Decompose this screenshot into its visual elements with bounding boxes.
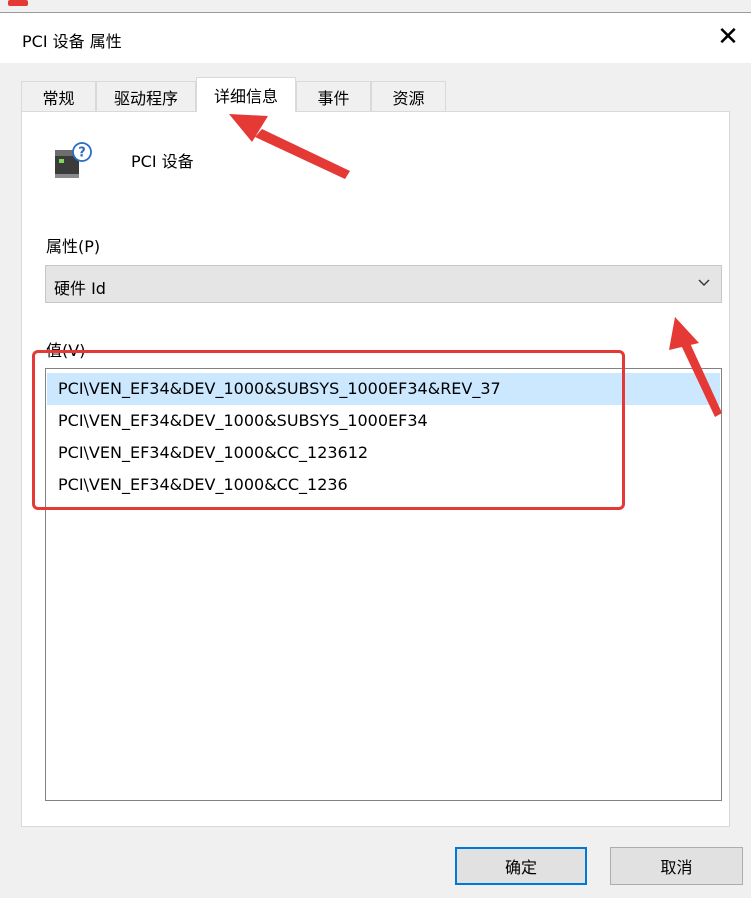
- value-label: 值(V): [46, 341, 86, 360]
- list-item[interactable]: PCI\VEN_EF34&DEV_1000&CC_123612: [47, 437, 720, 469]
- svg-text:?: ?: [78, 146, 86, 161]
- property-select[interactable]: 硬件 Id: [45, 265, 722, 303]
- list-item[interactable]: PCI\VEN_EF34&DEV_1000&SUBSYS_1000EF34: [47, 405, 720, 437]
- tab-driver[interactable]: 驱动程序: [96, 81, 196, 111]
- tab-resources[interactable]: 资源: [371, 81, 446, 111]
- list-item[interactable]: PCI\VEN_EF34&DEV_1000&CC_1236: [47, 469, 720, 501]
- properties-dialog: PCI 设备 属性 ✕ 常规 驱动程序 详细信息 事件 资源 ? PCI 设备 …: [0, 0, 751, 898]
- tab-general[interactable]: 常规: [21, 81, 96, 111]
- ok-button[interactable]: 确定: [455, 847, 587, 885]
- close-button[interactable]: ✕: [713, 22, 743, 52]
- tab-events[interactable]: 事件: [296, 81, 371, 111]
- list-item[interactable]: PCI\VEN_EF34&DEV_1000&SUBSYS_1000EF34&RE…: [47, 373, 720, 405]
- property-select-value: 硬件 Id: [54, 279, 106, 298]
- value-list[interactable]: PCI\VEN_EF34&DEV_1000&SUBSYS_1000EF34&RE…: [45, 368, 722, 801]
- annotation-stub: [8, 0, 28, 6]
- window-title: PCI 设备 属性: [22, 32, 122, 51]
- chevron-down-icon: [698, 279, 710, 286]
- device-name: PCI 设备: [131, 152, 194, 171]
- tab-details[interactable]: 详细信息: [196, 77, 296, 112]
- property-label: 属性(P): [46, 237, 101, 256]
- unknown-pci-device-icon: ?: [55, 142, 92, 178]
- cancel-button[interactable]: 取消: [610, 847, 743, 885]
